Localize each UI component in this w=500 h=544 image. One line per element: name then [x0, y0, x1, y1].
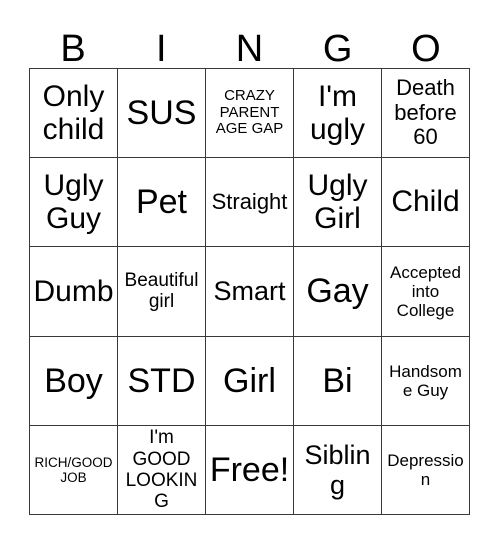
bingo-cell-o4[interactable]: Handsome Guy [382, 336, 470, 426]
bingo-cell-g1[interactable]: I'm ugly [294, 69, 382, 159]
bingo-cell-label: Handsome Guy [389, 361, 462, 400]
bingo-cell-b4[interactable]: Boy [30, 336, 118, 426]
bingo-cell-label: Ugly Girl [307, 168, 368, 236]
bingo-cell-g5[interactable]: Sibling [294, 425, 382, 515]
bingo-cell-label: Death before 60 [394, 75, 457, 150]
bingo-cell-label: I'm ugly [309, 79, 366, 147]
bingo-cell-label: Girl [223, 361, 276, 400]
bingo-cell-label: Accepted into College [390, 262, 461, 320]
bingo-cell-free-space[interactable]: Free! [206, 425, 294, 515]
bingo-header-letter-g: G [322, 28, 353, 70]
bingo-cell-label: Dumb [33, 274, 114, 308]
bingo-cell-g4[interactable]: Bi [294, 336, 382, 426]
bingo-cell-n1[interactable]: CRAZY PARENT AGE GAP [206, 69, 294, 159]
bingo-cell-i4[interactable]: STD [118, 336, 206, 426]
bingo-cell-label: Straight [211, 188, 288, 214]
bingo-cell-label: RICH/GOOD JOB [34, 454, 113, 485]
bingo-cell-n4[interactable]: Girl [206, 336, 294, 426]
bingo-cell-label: Ugly Guy [43, 168, 104, 236]
bingo-cell-i5[interactable]: I'm GOOD LOOKING [118, 425, 206, 515]
bingo-cell-b2[interactable]: Ugly Guy [30, 158, 118, 248]
bingo-cell-b1[interactable]: Only child [30, 69, 118, 159]
bingo-cell-label: Boy [44, 361, 103, 400]
bingo-grid: Only child SUS CRAZY PARENT AGE GAP I'm … [29, 68, 470, 515]
bingo-cell-label: Bi [322, 361, 353, 400]
bingo-header-row: B I N G O [29, 16, 470, 68]
bingo-cell-label: Gay [306, 272, 369, 311]
bingo-cell-i1[interactable]: SUS [118, 69, 206, 159]
bingo-header-letter-i: I [156, 28, 167, 70]
bingo-cell-n3[interactable]: Smart [206, 247, 294, 337]
bingo-cell-label: Only child [42, 79, 105, 147]
bingo-cell-label: CRAZY PARENT AGE GAP [215, 86, 284, 138]
bingo-header-letter-b: B [60, 28, 86, 70]
bingo-cell-o1[interactable]: Death before 60 [382, 69, 470, 159]
bingo-header-letter-o: O [411, 28, 441, 70]
bingo-cell-label: Child [391, 185, 460, 219]
bingo-cell-label: Free! [209, 450, 290, 489]
bingo-cell-o3[interactable]: Accepted into College [382, 247, 470, 337]
bingo-cell-label: Depression [387, 450, 464, 489]
bingo-cell-b5[interactable]: RICH/GOOD JOB [30, 425, 118, 515]
bingo-cell-b3[interactable]: Dumb [30, 247, 118, 337]
bingo-cell-label: Sibling [304, 439, 371, 500]
bingo-cell-i3[interactable]: Beautiful girl [118, 247, 206, 337]
bingo-cell-label: I'm GOOD LOOKING [125, 427, 198, 513]
bingo-cell-g3[interactable]: Gay [294, 247, 382, 337]
bingo-header-letter-n: N [235, 28, 264, 70]
bingo-card: B I N G O Only child SUS CRAZY PARENT AG… [0, 0, 500, 544]
bingo-cell-i2[interactable]: Pet [118, 158, 206, 248]
bingo-cell-label: STD [127, 361, 196, 400]
bingo-cell-label: Pet [135, 183, 188, 222]
bingo-cell-label: Beautiful girl [124, 270, 199, 313]
bingo-cell-label: SUS [126, 94, 197, 133]
bingo-cell-g2[interactable]: Ugly Girl [294, 158, 382, 248]
bingo-cell-n2[interactable]: Straight [206, 158, 294, 248]
bingo-cell-o5[interactable]: Depression [382, 425, 470, 515]
bingo-cell-o2[interactable]: Child [382, 158, 470, 248]
bingo-cell-label: Smart [213, 276, 286, 307]
